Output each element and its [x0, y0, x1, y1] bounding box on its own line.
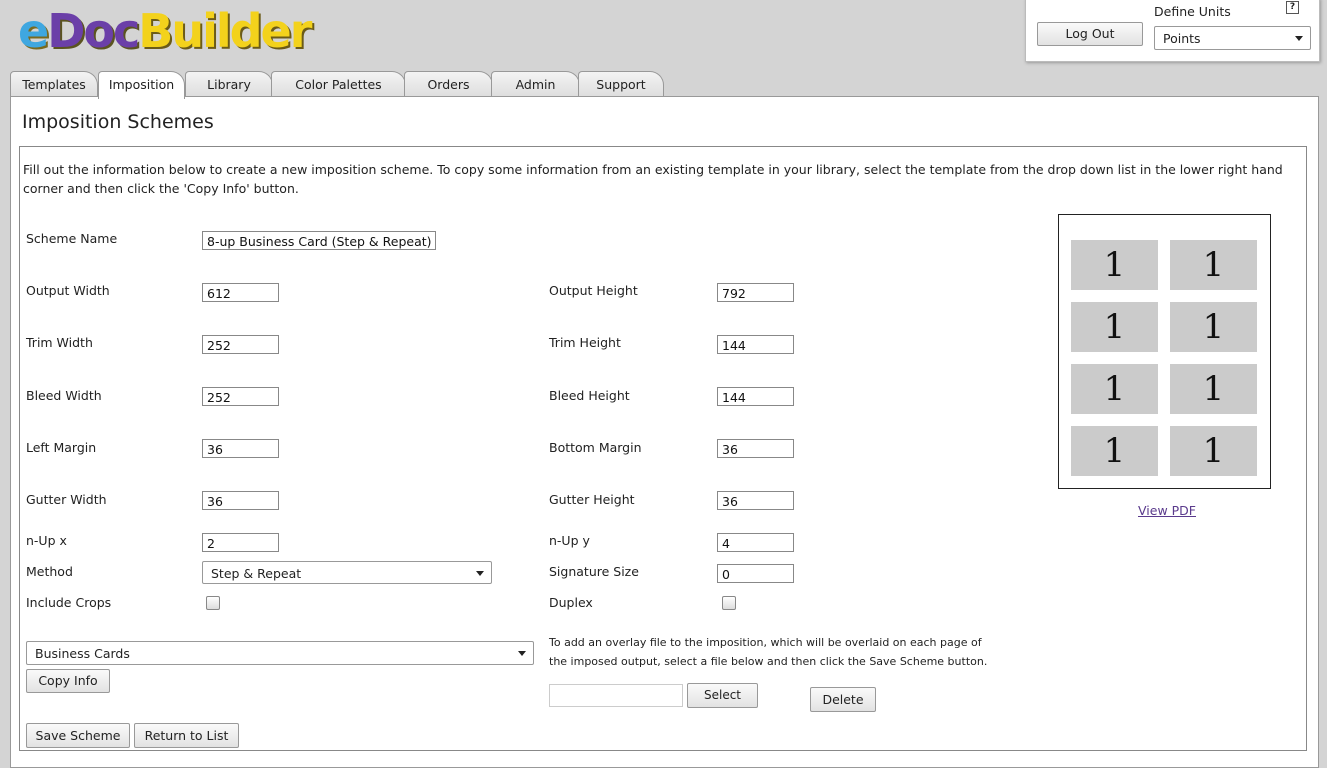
gutter-width-label: Gutter Width: [26, 492, 107, 507]
nup-y-label: n-Up y: [549, 533, 590, 548]
intro-text: Fill out the information below to create…: [23, 162, 1283, 196]
gutter-width-input[interactable]: 36: [202, 491, 279, 510]
preview-cell: 1: [1170, 426, 1257, 476]
duplex-checkbox[interactable]: [722, 596, 736, 610]
tab-color-palettes[interactable]: Color Palettes: [271, 71, 406, 98]
chevron-down-icon: [1295, 36, 1303, 41]
signature-size-input[interactable]: 0: [717, 564, 794, 583]
tab-support[interactable]: Support: [578, 71, 664, 98]
save-scheme-button[interactable]: Save Scheme: [26, 723, 130, 748]
bleed-width-label: Bleed Width: [26, 388, 102, 403]
left-margin-label: Left Margin: [26, 440, 97, 455]
overlay-file-input[interactable]: [549, 684, 683, 707]
chevron-down-icon: [518, 651, 526, 656]
include-crops-label: Include Crops: [26, 595, 112, 610]
units-select-value: Points: [1163, 31, 1201, 46]
trim-height-input[interactable]: 144: [717, 335, 794, 354]
method-select[interactable]: Step & Repeat: [202, 561, 492, 584]
output-width-input[interactable]: 612: [202, 283, 279, 302]
page-title: Imposition Schemes: [22, 111, 214, 133]
duplex-label: Duplex: [549, 595, 593, 610]
overlay-instructions: To add an overlay file to the imposition…: [549, 636, 988, 668]
help-icon[interactable]: ?: [1286, 1, 1299, 14]
nup-x-label: n-Up x: [26, 533, 67, 548]
signature-size-label: Signature Size: [549, 564, 639, 579]
delete-overlay-button[interactable]: Delete: [810, 687, 876, 712]
left-margin-input[interactable]: 36: [202, 439, 279, 458]
edocbuilder-logo: eDocBuilder: [18, 4, 312, 58]
preview-cell: 1: [1071, 240, 1158, 290]
template-select[interactable]: Business Cards: [26, 641, 534, 665]
tab-admin[interactable]: Admin: [491, 71, 580, 98]
tab-orders[interactable]: Orders: [404, 71, 493, 98]
select-file-button[interactable]: Select: [687, 683, 758, 708]
tab-templates[interactable]: Templates: [10, 71, 98, 98]
include-crops-checkbox[interactable]: [206, 596, 220, 610]
copy-info-button[interactable]: Copy Info: [26, 669, 110, 693]
view-pdf-link[interactable]: View PDF: [1138, 503, 1196, 518]
return-to-list-button[interactable]: Return to List: [134, 723, 239, 748]
trim-height-label: Trim Height: [549, 335, 621, 350]
nup-x-input[interactable]: 2: [202, 533, 279, 552]
trim-width-label: Trim Width: [26, 335, 93, 350]
bleed-height-label: Bleed Height: [549, 388, 630, 403]
method-label: Method: [26, 564, 73, 579]
output-height-input[interactable]: 792: [717, 283, 794, 302]
method-select-value: Step & Repeat: [211, 566, 302, 581]
units-select[interactable]: Points: [1154, 26, 1311, 50]
template-select-value: Business Cards: [35, 646, 130, 661]
scheme-name-label: Scheme Name: [26, 231, 118, 246]
gutter-height-input[interactable]: 36: [717, 491, 794, 510]
define-units-label: Define Units: [1154, 4, 1231, 19]
chevron-down-icon: [476, 570, 484, 576]
preview-cell: 1: [1170, 364, 1257, 414]
preview-cell: 1: [1071, 364, 1158, 414]
preview-cell: 1: [1170, 302, 1257, 352]
bottom-margin-input[interactable]: 36: [717, 439, 794, 458]
imposition-preview: 1 1 1 1 1 1 1 1: [1058, 214, 1271, 489]
bleed-width-input[interactable]: 252: [202, 387, 279, 406]
nup-y-input[interactable]: 4: [717, 533, 794, 552]
bottom-margin-label: Bottom Margin: [549, 440, 642, 455]
preview-cell: 1: [1071, 426, 1158, 476]
output-width-label: Output Width: [26, 283, 110, 298]
preview-cell: 1: [1170, 240, 1257, 290]
gutter-height-label: Gutter Height: [549, 492, 635, 507]
preview-cell: 1: [1071, 302, 1158, 352]
bleed-height-input[interactable]: 144: [717, 387, 794, 406]
tab-imposition[interactable]: Imposition: [98, 71, 185, 99]
output-height-label: Output Height: [549, 283, 638, 298]
logout-button[interactable]: Log Out: [1037, 22, 1143, 46]
trim-width-input[interactable]: 252: [202, 335, 279, 354]
tab-library[interactable]: Library: [185, 71, 273, 98]
scheme-name-input[interactable]: 8-up Business Card (Step & Repeat): [202, 231, 436, 250]
